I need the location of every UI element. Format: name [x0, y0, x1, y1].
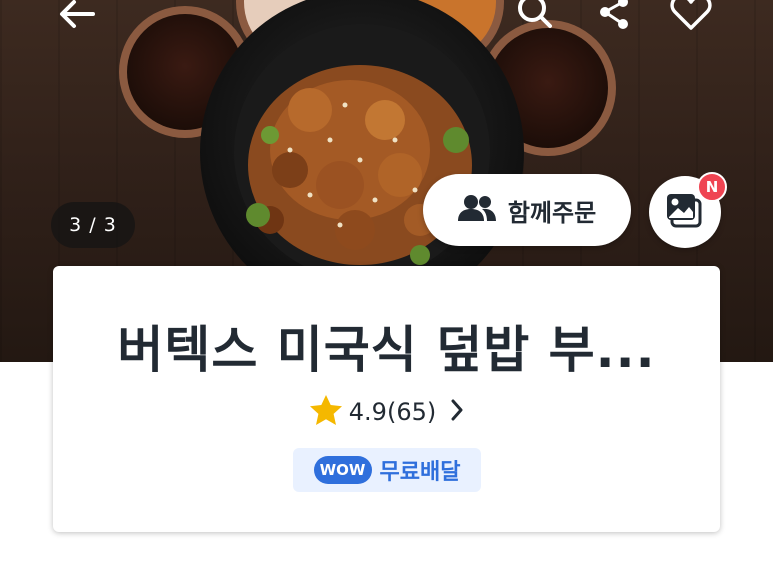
- share-icon: [597, 0, 633, 30]
- back-button[interactable]: [52, 0, 102, 34]
- photo-review-button[interactable]: N: [649, 172, 727, 248]
- store-name: 버텍스 미국식 덮밥 부...: [117, 321, 656, 379]
- heart-icon: [669, 0, 713, 30]
- rating-link[interactable]: 4.9(65): [53, 394, 720, 430]
- share-button[interactable]: [590, 0, 640, 34]
- chevron-right-icon: [450, 399, 464, 425]
- group-order-button[interactable]: 함께주문: [423, 174, 631, 246]
- new-badge: N: [697, 172, 727, 202]
- search-icon: [517, 0, 553, 30]
- rating-value: 4.9(65): [348, 398, 437, 426]
- search-button[interactable]: [510, 0, 560, 34]
- star-icon: [309, 394, 343, 430]
- favorite-button[interactable]: [666, 0, 716, 34]
- free-delivery-badge: WOW 무료배달: [293, 448, 481, 492]
- arrow-left-icon: [57, 0, 97, 29]
- group-order-label: 함께주문: [507, 198, 597, 227]
- image-counter: 3 / 3: [51, 202, 135, 248]
- store-info-card: 버텍스 미국식 덮밥 부... 4.9(65) WOW 무료배달: [53, 266, 720, 532]
- wow-badge: WOW: [313, 456, 372, 484]
- photo-gallery-icon: [666, 192, 704, 232]
- people-icon: [457, 194, 496, 226]
- free-delivery-label: 무료배달: [379, 460, 461, 485]
